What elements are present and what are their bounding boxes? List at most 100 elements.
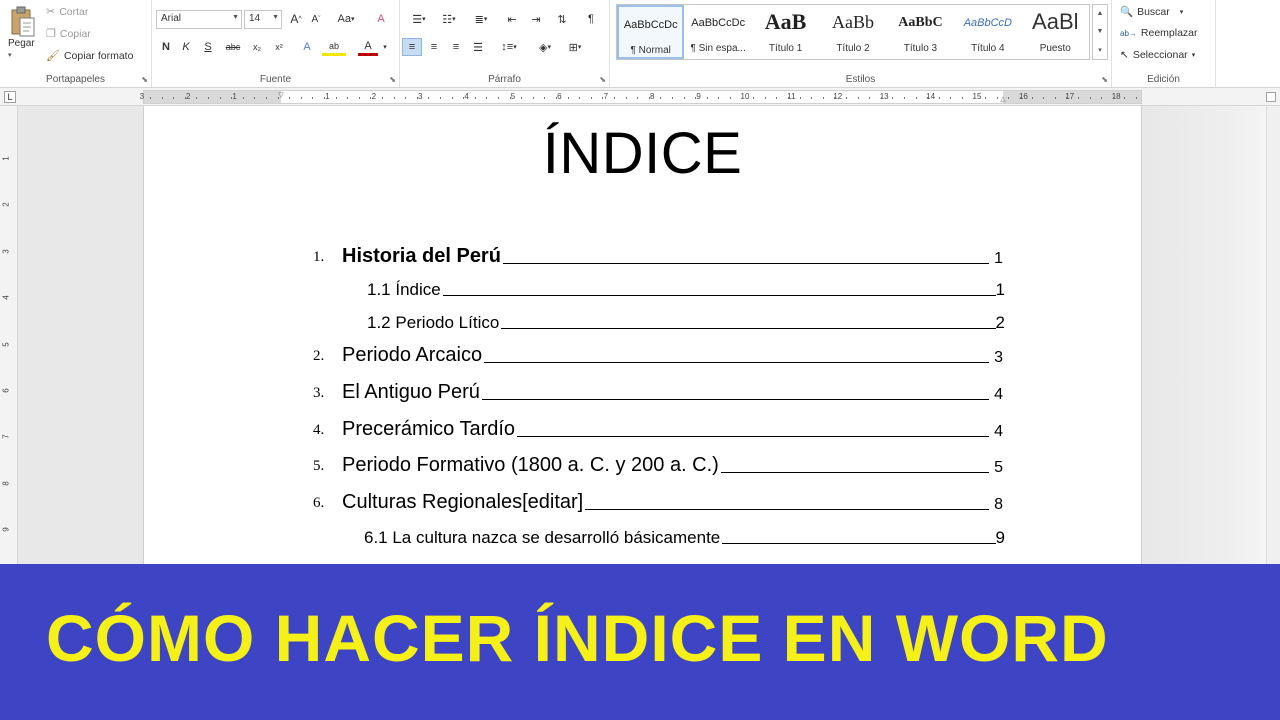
scroll-up-icon[interactable]: ▲	[1097, 10, 1104, 17]
bullets-button[interactable]: ☰ ▾	[406, 10, 432, 28]
shading-button[interactable]: ◈ ▾	[532, 38, 558, 56]
chevron-down-icon[interactable]: ▼	[272, 14, 279, 21]
view-ruler-button[interactable]	[1266, 92, 1276, 102]
paste-icon[interactable]	[10, 6, 36, 38]
style-name: Título 3	[903, 43, 938, 54]
toc-entry[interactable]: 4. Precerámico Tardío 4	[313, 415, 1003, 441]
style-gallery-scroll[interactable]: ▲ ▼ ▾	[1092, 4, 1108, 60]
toc-entry[interactable]: 6.1 La cultura nazca se desarrolló básic…	[364, 522, 1005, 548]
decrease-indent-button[interactable]: ⇤	[502, 10, 522, 28]
horizontal-ruler[interactable]: ▽ △ 3 2 1 1 2 3 4 5 6 7 8 9 10 11 12 13 14 15 16 17 18	[140, 90, 1142, 104]
toc-entry[interactable]: 6. Culturas Regionales[editar] 8	[313, 488, 1003, 514]
toc-entry[interactable]: 3. El Antiguo Perú 4	[313, 378, 1003, 404]
paragraph-launcher-icon[interactable]: ⬊	[599, 75, 606, 84]
font-launcher-icon[interactable]: ⬊	[389, 75, 396, 84]
show-marks-button[interactable]: ¶	[582, 10, 600, 28]
toc-entry[interactable]: 2. Periodo Arcaico 3	[313, 341, 1003, 367]
style-heading-2[interactable]: AaBb Título 2	[819, 5, 886, 59]
vertical-ruler[interactable]: 1 2 3 4 5 6 7 8 9	[0, 106, 18, 564]
ruler-tick	[788, 97, 789, 99]
clear-format-button[interactable]: A	[372, 10, 390, 28]
multilevel-list-button[interactable]: ≣ ▾	[468, 10, 494, 28]
ruler-tick	[718, 97, 720, 99]
ruler-number: 1	[232, 92, 237, 101]
style-heading-3[interactable]: AaBbC Título 3	[887, 5, 954, 59]
italic-button[interactable]: K	[178, 38, 194, 56]
scissors-icon: ✂	[46, 6, 56, 18]
scroll-down-icon[interactable]: ▼	[1097, 28, 1104, 35]
change-case-button[interactable]: Aa ▾	[334, 10, 358, 28]
ruler-tick	[289, 97, 291, 99]
ruler-tick	[892, 97, 894, 99]
bold-button[interactable]: N	[158, 38, 174, 56]
chevron-down-icon[interactable]: ▾	[1180, 8, 1184, 16]
ruler-tick	[660, 97, 662, 99]
vertical-scrollbar[interactable]	[1266, 106, 1280, 564]
borders-button[interactable]: ⊞ ▾	[562, 38, 588, 56]
toc-entry-leader	[722, 543, 996, 544]
superscript-button[interactable]: x²	[270, 38, 288, 56]
highlight-button[interactable]: ab	[322, 38, 346, 56]
right-indent-marker[interactable]: △	[1000, 95, 1005, 103]
underline-button[interactable]: S	[200, 38, 216, 56]
more-styles-icon[interactable]: ▾	[1098, 46, 1102, 54]
chevron-down-icon[interactable]: ▾	[380, 38, 390, 56]
document-page[interactable]: ÍNDICE 1. Historia del Perú 1 1.1 Índice 1 1.…	[143, 106, 1142, 564]
font-name-combo[interactable]: Arial ▼	[156, 10, 242, 29]
style-no-spacing[interactable]: AaBbCcDc ¶ Sin espa...	[684, 5, 751, 59]
toc-entry[interactable]: 5. Periodo Formativo (1800 a. C. y 200 a.…	[313, 451, 1003, 477]
paste-button[interactable]: Pegar ▾	[8, 38, 35, 60]
ruler-tick	[1136, 97, 1137, 99]
ruler-tick	[590, 97, 592, 99]
title-banner: CÓMO HACER ÍNDICE EN WORD	[0, 564, 1280, 720]
replace-button[interactable]: ab→ Reemplazar	[1120, 27, 1198, 39]
toc-entry[interactable]: 1. Historia del Perú 1	[313, 242, 1003, 268]
ruler-tick	[498, 97, 499, 99]
style-heading-1[interactable]: AaB Título 1	[752, 5, 819, 59]
tab-selector[interactable]: L	[4, 91, 16, 103]
toc-entry[interactable]: 1.1 Índice 1	[367, 274, 1005, 300]
align-left-button[interactable]: ≡	[402, 38, 422, 56]
font-size-combo[interactable]: 14 ▼	[244, 10, 282, 29]
chevron-down-icon[interactable]: ▼	[232, 14, 239, 21]
ruler-number: 8	[1, 481, 11, 486]
text-effects-button[interactable]: A	[298, 38, 316, 56]
toc-entry[interactable]: 1.2 Periodo Lítico 2	[367, 307, 1005, 333]
ruler-tick	[1043, 97, 1045, 99]
font-color-button[interactable]: A	[358, 38, 378, 56]
align-center-button[interactable]: ≡	[424, 38, 444, 56]
ruler-bar: L ▽ △ 3 2 1 1 2 3 4 5 6 7 8 9 10 11 12 13 14 15 16 17 18	[0, 88, 1280, 106]
copy-button[interactable]: ❐ Copiar	[46, 27, 91, 41]
ruler-tick	[242, 97, 244, 99]
find-button[interactable]: 🔍 Buscar ▾	[1120, 5, 1184, 19]
increase-indent-button[interactable]: ⇥	[526, 10, 546, 28]
font-name-value: Arial	[161, 13, 182, 24]
shrink-font-button[interactable]: Aˇ	[308, 10, 324, 28]
first-line-indent-marker[interactable]: ▽	[278, 91, 283, 99]
italic-icon: K	[182, 41, 190, 53]
chevron-down-icon[interactable]: ▾	[1192, 51, 1196, 59]
ruler-number: 2	[185, 92, 191, 101]
strikethrough-button[interactable]: abc	[222, 38, 244, 56]
numbering-button[interactable]: ☷ ▾	[436, 10, 462, 28]
cut-button[interactable]: ✂ Cortar	[46, 5, 88, 19]
style-heading-4[interactable]: AaBbCcD Título 4	[954, 5, 1021, 59]
grow-font-button[interactable]: A ^	[288, 10, 304, 28]
paste-dropdown-icon[interactable]: ▾	[8, 52, 12, 59]
toc-entry-text: El Antiguo Perú	[342, 381, 480, 403]
ruler-tick	[382, 97, 383, 99]
line-spacing-button[interactable]: ↕≡ ▾	[496, 38, 522, 56]
ruler-tick	[335, 97, 337, 99]
select-button[interactable]: ↖ Seleccionar ▾	[1120, 49, 1195, 61]
style-title[interactable]: AaBl Puesto	[1022, 5, 1089, 59]
justify-button[interactable]: ☰	[468, 38, 488, 56]
align-right-button[interactable]: ≡	[446, 38, 466, 56]
subscript-button[interactable]: x₂	[248, 38, 266, 56]
format-painter-button[interactable]: 🖌 Copiar formato	[46, 49, 133, 63]
style-normal[interactable]: AaBbCcDc ¶ Normal	[617, 5, 685, 59]
styles-launcher-icon[interactable]: ⬊	[1101, 75, 1108, 84]
subscript-icon: x₂	[253, 42, 261, 52]
document-title: ÍNDICE	[542, 121, 743, 186]
clipboard-launcher-icon[interactable]: ⬊	[141, 75, 148, 84]
sort-button[interactable]: ⇅	[552, 10, 572, 28]
